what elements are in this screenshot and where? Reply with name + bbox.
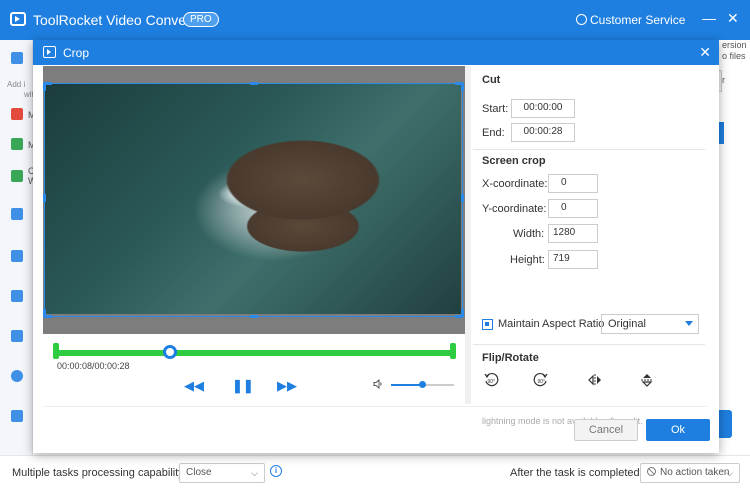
crop-handle-tl-v[interactable]: [43, 83, 46, 91]
settings-panel: Cut Start: 00:00:00 End: 00:00:28 Screen…: [471, 66, 707, 426]
chat-icon: [576, 14, 587, 25]
background-content: ersion o files r: [716, 40, 750, 455]
sidebar-cut-icon[interactable]: [11, 330, 23, 342]
ok-button[interactable]: Ok: [646, 419, 710, 441]
no-action-icon: [647, 467, 656, 476]
dialog-title: Crop: [63, 46, 90, 60]
customer-service-link[interactable]: Customer Service: [576, 13, 685, 27]
app-titlebar: ToolRocket Video Converter PRO Customer …: [0, 0, 750, 40]
crop-handle-bottom[interactable]: [250, 315, 258, 318]
bg-fragment: o files: [722, 51, 746, 61]
sidebar-fragment: Add i: [7, 80, 26, 89]
x-coordinate-input[interactable]: 0: [548, 174, 598, 193]
chevron-down-icon: ⌵: [726, 468, 733, 478]
app-close-button[interactable]: ✕: [727, 10, 739, 27]
flip-horizontal-icon[interactable]: [587, 372, 603, 388]
timeline-track[interactable]: [55, 350, 454, 356]
crop-handle-top[interactable]: [250, 82, 258, 85]
rotate-left-label: 90°: [488, 379, 496, 385]
rotate-right-label: 90°: [538, 379, 546, 385]
y-coordinate-label: Y-coordinate:: [482, 203, 547, 215]
height-input[interactable]: 719: [548, 250, 598, 269]
app-footer: Multiple tasks processing capability Clo…: [0, 455, 750, 495]
crop-handle-br-v[interactable]: [461, 309, 464, 317]
crop-handle-bl-v[interactable]: [43, 309, 46, 317]
trim-end-handle[interactable]: [450, 343, 456, 359]
chevron-down-icon: [685, 321, 693, 326]
volume-fill: [391, 384, 423, 386]
dialog-close-button[interactable]: ✕: [699, 44, 711, 61]
y-coordinate-input[interactable]: 0: [548, 199, 598, 218]
sidebar-format-icon[interactable]: [11, 108, 23, 120]
screen-crop-title: Screen crop: [482, 155, 546, 167]
dialog-titlebar: Crop ✕: [33, 40, 719, 65]
multiple-tasks-label: Multiple tasks processing capability: [12, 467, 184, 479]
multiple-tasks-value: Close: [186, 467, 212, 478]
sidebar-convert-icon[interactable]: [11, 138, 23, 150]
sidebar-audio-icon[interactable]: [11, 370, 23, 382]
bg-fragment: r: [722, 75, 725, 85]
start-time-input[interactable]: 00:00:00: [511, 99, 575, 118]
end-label: End:: [482, 127, 505, 139]
app-title: ToolRocket Video Converter: [33, 12, 208, 28]
after-task-select[interactable]: No action taken ⌵: [640, 463, 740, 483]
sidebar-compress-icon[interactable]: [11, 170, 23, 182]
rotate-left-icon[interactable]: 90°: [483, 372, 499, 388]
crop-dialog: Crop ✕ 00:00:08/00:00:28 ◀◀ ❚❚ ▶▶ Cut St…: [33, 40, 719, 453]
crop-logo-icon: [43, 46, 56, 58]
app-sidebar: Add i wit M M C W: [0, 40, 37, 455]
sidebar-edit-icon[interactable]: [11, 250, 23, 262]
sidebar-screen-icon[interactable]: [11, 410, 23, 422]
maintain-aspect-label: Maintain Aspect Ratio: [498, 318, 605, 330]
crop-handle-left[interactable]: [43, 194, 46, 202]
customer-service-label: Customer Service: [590, 13, 686, 27]
volume-icon[interactable]: [373, 379, 383, 389]
multiple-tasks-select[interactable]: Close ⌵: [179, 463, 265, 483]
width-label: Width:: [513, 228, 545, 240]
volume-slider[interactable]: [391, 381, 454, 388]
button-divider: [43, 406, 707, 407]
crop-handle-tr-v[interactable]: [461, 83, 464, 91]
height-label: Height:: [510, 254, 545, 266]
cancel-button[interactable]: Cancel: [574, 419, 638, 441]
after-task-label: After the task is completed: [510, 467, 640, 479]
app-logo-icon: [10, 12, 26, 26]
trim-start-handle[interactable]: [53, 343, 59, 359]
x-coordinate-label: X-coordinate:: [482, 178, 548, 190]
divider: [473, 344, 705, 345]
pro-badge: PRO: [183, 12, 219, 27]
crop-handle-right[interactable]: [461, 194, 464, 202]
aspect-ratio-select[interactable]: Original: [601, 314, 699, 334]
start-label: Start:: [482, 103, 509, 115]
info-icon[interactable]: i: [270, 465, 282, 477]
sidebar-video-icon[interactable]: [11, 52, 23, 64]
divider: [473, 149, 705, 150]
chevron-down-icon: ⌵: [251, 468, 258, 478]
fast-forward-button[interactable]: ▶▶: [277, 378, 297, 394]
flip-vertical-icon[interactable]: [639, 372, 655, 388]
playhead-knob[interactable]: [163, 345, 178, 359]
video-preview: [43, 66, 465, 334]
flip-rotate-title: Flip/Rotate: [482, 352, 539, 364]
sidebar-merge-icon[interactable]: [11, 290, 23, 302]
after-task-value: No action taken: [660, 467, 730, 478]
rotate-right-icon[interactable]: 90°: [533, 372, 549, 388]
width-input[interactable]: 1280: [548, 224, 598, 243]
timeline-time: 00:00:08/00:00:28: [57, 361, 130, 371]
cut-title: Cut: [482, 74, 501, 86]
aspect-ratio-value: Original: [608, 318, 646, 330]
bg-fragment: ersion: [722, 40, 747, 50]
minimize-button[interactable]: —: [702, 10, 716, 26]
rewind-button[interactable]: ◀◀: [184, 378, 204, 394]
crop-rectangle[interactable]: [43, 82, 464, 318]
end-time-input[interactable]: 00:00:28: [511, 123, 575, 142]
sidebar-record-icon[interactable]: [11, 208, 23, 220]
maintain-aspect-checkbox[interactable]: [482, 319, 493, 330]
pause-button[interactable]: ❚❚: [232, 378, 254, 394]
volume-knob[interactable]: [419, 381, 426, 388]
